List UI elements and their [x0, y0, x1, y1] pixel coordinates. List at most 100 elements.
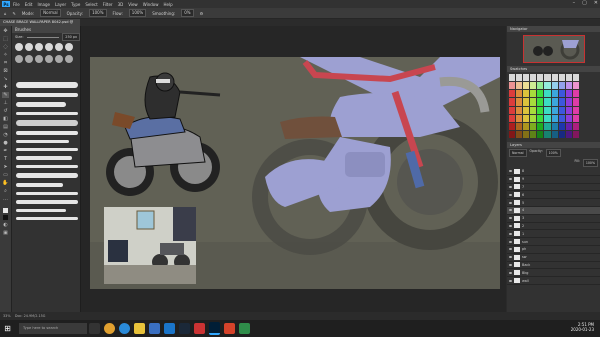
color-swatch[interactable]	[537, 106, 544, 114]
color-swatch[interactable]	[537, 74, 544, 82]
brush-stroke-preview[interactable]	[16, 200, 78, 204]
history-brush-icon[interactable]: ↺	[2, 108, 9, 114]
steam-icon[interactable]	[179, 323, 190, 334]
color-swatch[interactable]	[565, 130, 572, 138]
brush-preset[interactable]	[25, 55, 33, 63]
brush-stroke-preview[interactable]	[16, 131, 78, 135]
brush-preset[interactable]	[35, 55, 43, 63]
color-swatch[interactable]	[530, 82, 537, 90]
menu-view[interactable]: View	[128, 2, 138, 7]
color-swatch[interactable]	[572, 106, 579, 114]
menu-edit[interactable]: Edit	[25, 2, 33, 7]
color-swatch[interactable]	[516, 82, 523, 90]
taskbar-clock[interactable]: 2:51 PM 2020-01-23	[571, 322, 594, 332]
layer-row[interactable]: ph	[507, 246, 600, 254]
brush-stroke-preview[interactable]	[16, 165, 78, 168]
layer-opacity-field[interactable]: 100%	[545, 149, 561, 157]
marquee-tool-icon[interactable]: ⬚	[2, 36, 9, 42]
taskbar-search[interactable]: Type here to search	[19, 323, 87, 334]
app-icon[interactable]	[224, 323, 235, 334]
brush-stroke-preview[interactable]	[16, 112, 78, 115]
frame-tool-icon[interactable]: ⊠	[2, 68, 9, 74]
background-color-icon[interactable]	[3, 215, 8, 220]
swatches-grid[interactable]	[509, 74, 579, 138]
home-icon[interactable]: ⌂	[4, 11, 7, 16]
document-tab[interactable]: CHASE BRACE WALLPAPER 8042.psd @ 33% (1,…	[0, 19, 80, 31]
canvas-area[interactable]	[81, 26, 506, 312]
minimize-icon[interactable]: –	[573, 0, 576, 6]
color-swatch[interactable]	[551, 130, 558, 138]
visibility-eye-icon[interactable]	[509, 209, 512, 212]
brush-stroke-preview[interactable]	[16, 217, 78, 220]
more-tools-icon[interactable]: …	[2, 196, 9, 202]
color-swatch[interactable]	[558, 106, 565, 114]
layer-row[interactable]: Back	[507, 262, 600, 270]
color-swatch[interactable]	[523, 114, 530, 122]
color-swatch[interactable]	[544, 98, 551, 106]
brush-preset[interactable]	[65, 43, 73, 51]
windows-start-icon[interactable]: ⊞	[2, 323, 13, 334]
brush-preset[interactable]	[45, 43, 53, 51]
gradient-tool-icon[interactable]: ▤	[2, 124, 9, 130]
color-swatch[interactable]	[551, 98, 558, 106]
menu-window[interactable]: Window	[143, 2, 159, 7]
color-swatch[interactable]	[565, 106, 572, 114]
brush-preset[interactable]	[15, 43, 23, 51]
lasso-tool-icon[interactable]: ◌	[2, 44, 9, 50]
zoom-level[interactable]: 33%	[3, 314, 11, 318]
color-swatch[interactable]	[565, 122, 572, 130]
color-swatch[interactable]	[551, 82, 558, 90]
photoshop-taskbar-icon[interactable]	[209, 322, 220, 335]
brush-size-slider[interactable]	[26, 36, 60, 38]
color-swatch[interactable]	[551, 106, 558, 114]
brush-stroke-preview[interactable]	[16, 156, 72, 160]
color-swatch[interactable]	[558, 130, 565, 138]
foreground-color-icon[interactable]	[3, 208, 8, 213]
brush-stroke-preview[interactable]	[16, 93, 78, 97]
crop-tool-icon[interactable]: ⌗	[2, 60, 9, 66]
maximize-icon[interactable]: ▢	[582, 0, 587, 6]
color-swatch[interactable]	[509, 122, 516, 130]
color-swatch[interactable]	[523, 82, 530, 90]
brush-stroke-preview[interactable]	[16, 173, 78, 178]
brush-preset[interactable]	[55, 43, 63, 51]
eyedropper-icon[interactable]: ↘	[2, 76, 9, 82]
layer-row[interactable]: 4	[507, 206, 600, 215]
brush-preset[interactable]	[65, 55, 73, 63]
visibility-eye-icon[interactable]	[509, 185, 512, 188]
color-swatch[interactable]	[572, 90, 579, 98]
mode-select[interactable]: Normal	[40, 9, 61, 17]
color-swatch[interactable]	[516, 98, 523, 106]
visibility-eye-icon[interactable]	[509, 232, 512, 235]
pen-tool-icon[interactable]: ✒	[2, 148, 9, 154]
edge-icon[interactable]	[119, 323, 130, 334]
navigator-thumbnail[interactable]	[522, 35, 585, 63]
quick-select-icon[interactable]: ✧	[2, 52, 9, 58]
color-swatch[interactable]	[537, 130, 544, 138]
color-swatch[interactable]	[565, 114, 572, 122]
color-swatch[interactable]	[558, 114, 565, 122]
color-swatch[interactable]	[509, 90, 516, 98]
color-swatch[interactable]	[572, 82, 579, 90]
color-swatch[interactable]	[558, 122, 565, 130]
smoothing-field[interactable]: 0%	[181, 9, 194, 17]
color-swatch[interactable]	[516, 122, 523, 130]
color-swatch[interactable]	[572, 114, 579, 122]
quick-mask-icon[interactable]: ◐	[2, 222, 9, 228]
color-swatch[interactable]	[537, 90, 544, 98]
visibility-eye-icon[interactable]	[509, 279, 512, 282]
blur-tool-icon[interactable]: ◔	[2, 132, 9, 138]
color-swatch[interactable]	[558, 98, 565, 106]
layer-row[interactable]: 6	[507, 191, 600, 200]
visibility-eye-icon[interactable]	[509, 178, 512, 181]
color-swatch[interactable]	[572, 130, 579, 138]
color-swatch[interactable]	[544, 114, 551, 122]
menu-image[interactable]: Image	[37, 2, 50, 7]
menu-3d[interactable]: 3D	[118, 2, 124, 7]
color-swatch[interactable]	[544, 106, 551, 114]
color-swatch[interactable]	[558, 90, 565, 98]
screen-mode-icon[interactable]: ▣	[2, 230, 9, 236]
visibility-eye-icon[interactable]	[509, 263, 512, 266]
app-icon[interactable]	[239, 323, 250, 334]
brush-stroke-preview[interactable]	[16, 82, 78, 88]
